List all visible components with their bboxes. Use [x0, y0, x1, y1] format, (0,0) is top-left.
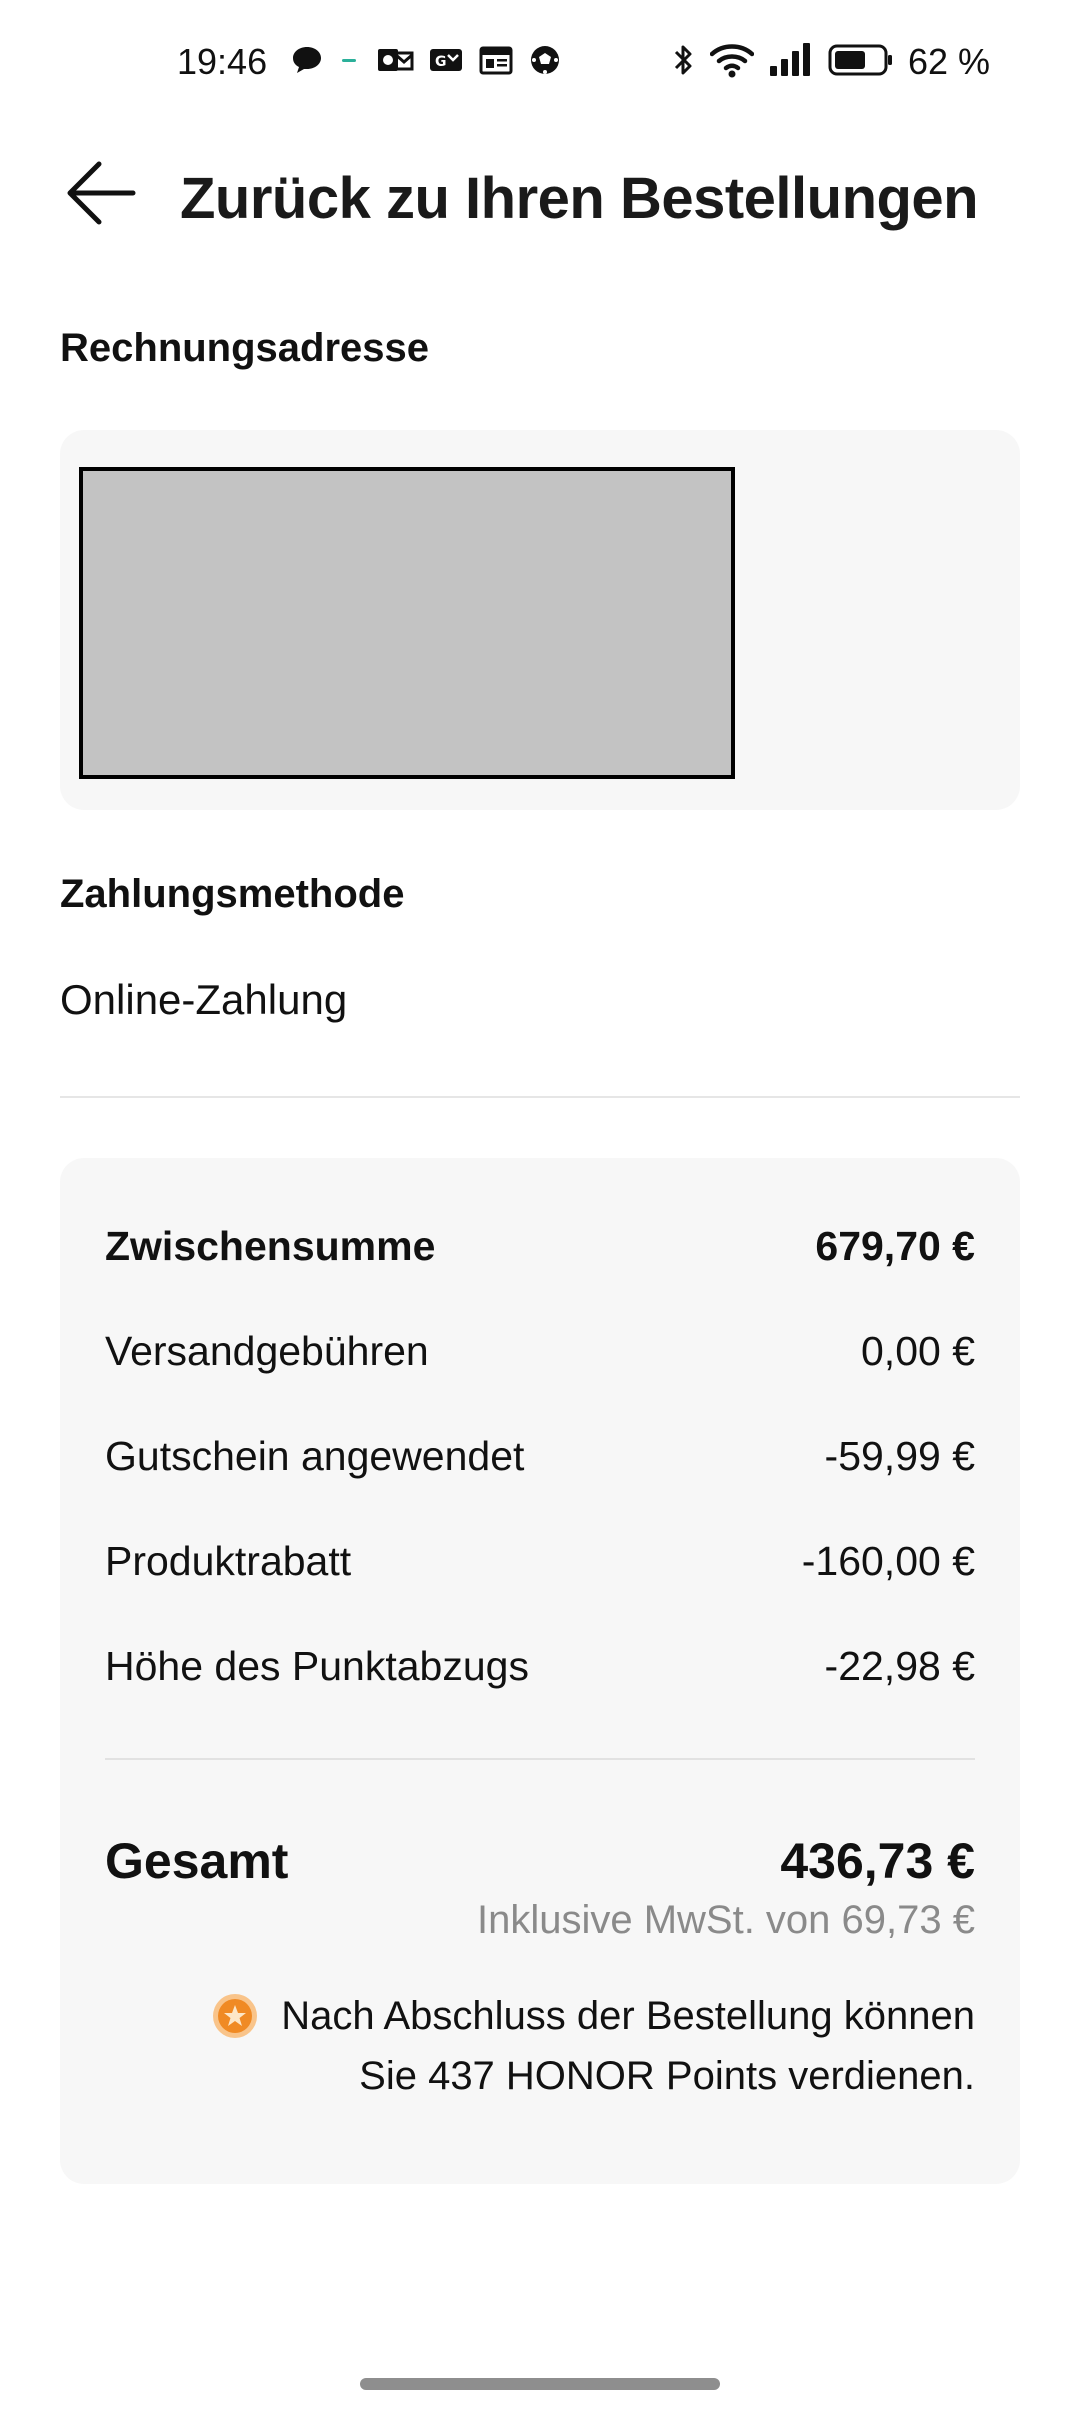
- summary-row-value: 679,70 €: [815, 1222, 975, 1269]
- summary-row-value: -59,99 €: [824, 1432, 975, 1479]
- total-value: 436,73 €: [780, 1833, 975, 1889]
- soccer-ball-icon: [528, 43, 562, 82]
- outlook-icon: [376, 43, 414, 82]
- status-time: 19:46: [177, 41, 268, 82]
- subtotal-row: Zwischensumme 679,70 €: [105, 1216, 975, 1276]
- summary-row-label: Zwischensumme: [105, 1222, 436, 1269]
- dash-indicator-icon: [338, 43, 362, 82]
- points-text: Nach Abschluss der Bestellung können Sie…: [281, 1986, 975, 2106]
- points-text-line: Nach Abschluss der Bestellung können: [281, 1994, 975, 2038]
- summary-divider: [105, 1758, 975, 1760]
- payment-method-value: Online-Zahlung: [60, 976, 348, 1023]
- order-summary-card: Zwischensumme 679,70 € Versandgebühren 0…: [60, 1158, 1020, 2184]
- signal-icon: [768, 40, 814, 85]
- voucher-row: Gutschein angewendet -59,99 €: [105, 1426, 975, 1486]
- billing-address-card: [60, 430, 1020, 810]
- product-discount-row: Produktrabatt -160,00 €: [105, 1531, 975, 1591]
- back-arrow-icon: [63, 158, 139, 233]
- gmail-icon: G: [428, 43, 464, 82]
- news-icon: [478, 43, 514, 82]
- vat-info: Inklusive MwSt. von 69,73 €: [476, 1898, 975, 1942]
- svg-text:G: G: [435, 54, 447, 70]
- points-text-line: Sie 437 HONOR Points verdienen.: [359, 2054, 975, 2098]
- summary-row-label: Versandgebühren: [105, 1327, 429, 1374]
- summary-row-value: 0,00 €: [861, 1327, 975, 1374]
- summary-row-label: Gutschein angewendet: [105, 1432, 525, 1479]
- page-title: Zurück zu Ihren Bestellungen: [180, 166, 979, 231]
- total-label: Gesamt: [105, 1833, 289, 1889]
- notification-icons: G: [290, 44, 562, 80]
- home-indicator[interactable]: [360, 2378, 720, 2390]
- battery-percentage: 62 %: [907, 41, 990, 82]
- header: Zurück zu Ihren Bestellungen: [0, 140, 1080, 260]
- points-deduction-row: Höhe des Punktabzugs -22,98 €: [105, 1636, 975, 1696]
- honor-points-coin-icon: [211, 1992, 259, 2040]
- summary-row-label: Höhe des Punktabzugs: [105, 1642, 529, 1689]
- redacted-address-block: [79, 467, 735, 779]
- honor-points-note: Nach Abschluss der Bestellung können Sie…: [140, 1986, 975, 2106]
- wifi-icon: [709, 40, 755, 85]
- system-icons: 62 %: [672, 40, 990, 84]
- battery-icon: [828, 40, 894, 85]
- bluetooth-icon: [672, 40, 696, 85]
- summary-row-value: -160,00 €: [801, 1537, 975, 1584]
- summary-row-label: Produktrabatt: [105, 1537, 352, 1584]
- chat-bubble-icon: [290, 43, 324, 82]
- billing-address-label: Rechnungsadresse: [60, 326, 430, 370]
- section-divider: [60, 1096, 1020, 1098]
- payment-method-label: Zahlungsmethode: [60, 872, 405, 916]
- back-button[interactable]: [56, 150, 146, 240]
- total-row: Gesamt 436,73 €: [105, 1826, 975, 1896]
- summary-row-value: -22,98 €: [824, 1642, 975, 1689]
- shipping-row: Versandgebühren 0,00 €: [105, 1321, 975, 1381]
- status-bar: 19:46 G 62 %: [0, 0, 1080, 120]
